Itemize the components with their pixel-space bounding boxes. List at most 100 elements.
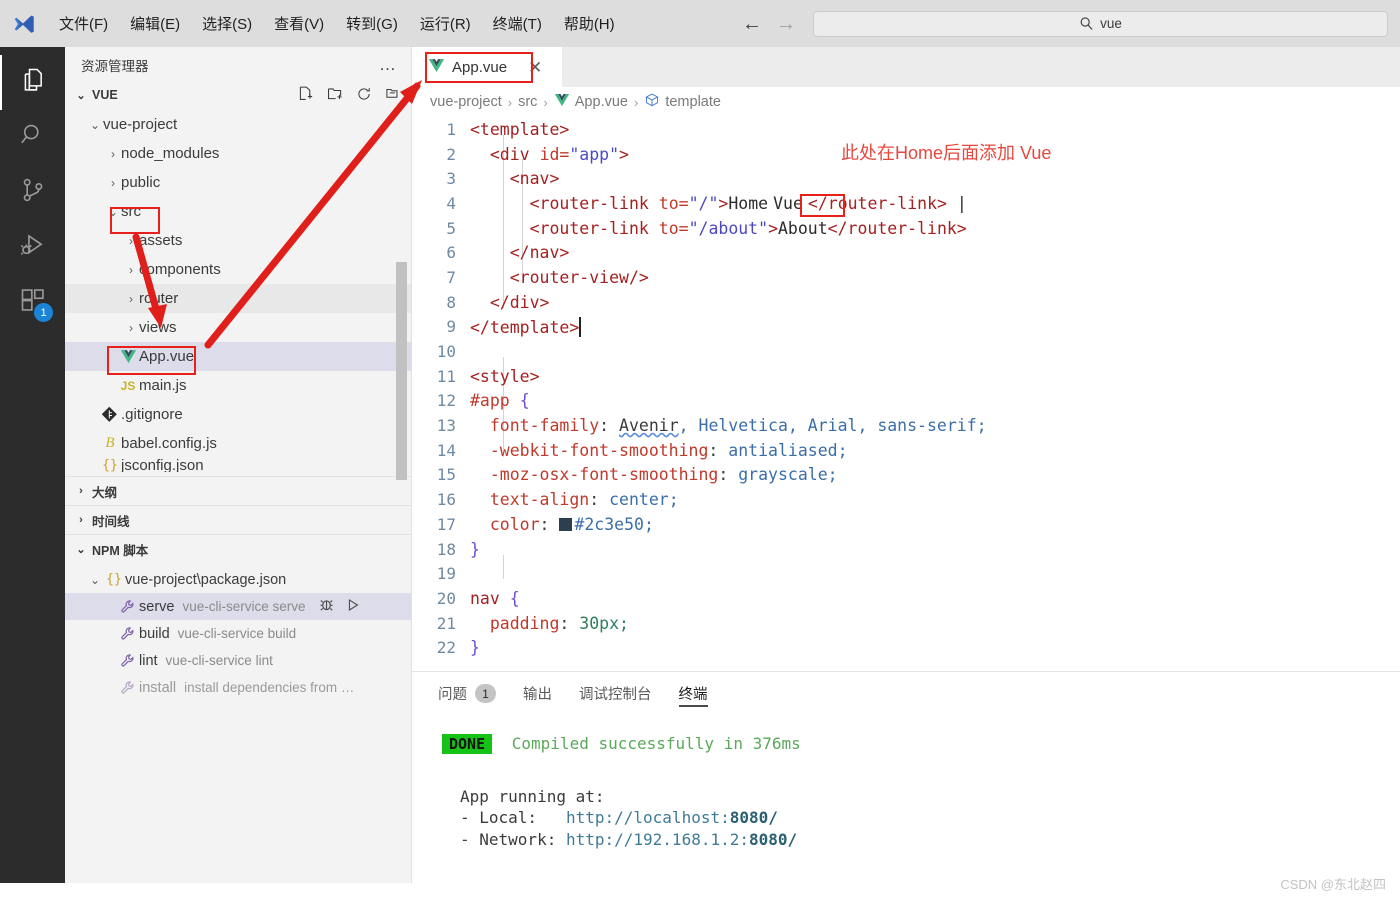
code-line: 18 } <box>412 537 1400 562</box>
line-content: -webkit-font-smoothing: antialiased; <box>470 441 848 460</box>
color-swatch[interactable] <box>559 517 573 531</box>
outline-pane-header[interactable]: › 大纲 <box>65 476 411 505</box>
terminal-network-url[interactable]: http://192.168.1.2: <box>566 830 749 849</box>
new-file-icon[interactable] <box>297 85 314 105</box>
line-content: <router-view/> <box>470 268 649 287</box>
vscode-window: 文件(F) 编辑(E) 选择(S) 查看(V) 转到(G) 运行(R) 终端(T… <box>0 0 1400 899</box>
sidebar-scrollbar[interactable] <box>396 262 407 480</box>
search-input[interactable]: vue <box>813 10 1388 37</box>
terminal-status-line: DONE Compiled successfully in 376ms <box>442 733 1400 756</box>
menu-edit[interactable]: 编辑(E) <box>119 9 191 38</box>
arrow-right-icon[interactable]: → <box>769 14 803 34</box>
activity-extensions[interactable]: 1 <box>0 275 65 330</box>
close-icon[interactable]: ✕ <box>528 59 542 76</box>
bottom-panel: 问题 1 输出 调试控制台 终端 DONE Compiled successfu… <box>412 671 1400 883</box>
panel-tab-debug-console[interactable]: 调试控制台 <box>579 672 652 715</box>
npm-script-build[interactable]: build vue-cli-service build <box>65 620 411 647</box>
menu-file[interactable]: 文件(F) <box>48 9 119 38</box>
panel-tab-problems[interactable]: 问题 1 <box>438 672 496 715</box>
activity-search[interactable] <box>0 110 65 165</box>
line-content: -moz-osx-font-smoothing: grayscale; <box>470 465 838 484</box>
line-content: color: #2c3e50; <box>470 515 654 534</box>
breadcrumb-item-src[interactable]: src <box>518 94 537 110</box>
code-token: <div <box>489 144 530 164</box>
code-token: "app" <box>569 144 620 164</box>
arrow-left-icon[interactable]: ← <box>735 14 769 34</box>
search-icon <box>19 121 47 154</box>
menu-view[interactable]: 查看(V) <box>263 9 335 38</box>
tree-item-jsconfig-json[interactable]: {} jsconfig.json <box>65 458 411 472</box>
activity-explorer[interactable] <box>0 55 65 110</box>
line-number: 22 <box>436 638 456 658</box>
breadcrumb-item-symbol[interactable]: template <box>644 92 721 112</box>
status-badge: DONE <box>442 734 493 754</box>
npm-package-label: vue-project\package.json <box>125 571 287 588</box>
code-token: #app <box>470 391 510 411</box>
line-number: 12 <box>436 391 456 411</box>
code-token: to= <box>658 193 689 213</box>
run-debug-icon <box>19 231 47 264</box>
menu-run[interactable]: 运行(R) <box>409 9 482 38</box>
menu-help[interactable]: 帮助(H) <box>553 9 626 38</box>
terminal-local-port[interactable]: 8080/ <box>730 808 778 827</box>
run-icon[interactable] <box>345 597 361 617</box>
debug-icon[interactable] <box>318 596 335 617</box>
tree-item-views[interactable]: › views <box>65 313 411 342</box>
tree-item-babel-config[interactable]: B babel.config.js <box>65 429 411 458</box>
menu-terminal[interactable]: 终端(T) <box>482 9 553 38</box>
timeline-pane-header[interactable]: › 时间线 <box>65 505 411 534</box>
sidebar-title: 资源管理器 <box>81 58 149 74</box>
tree-item-node-modules[interactable]: › node_modules <box>65 139 411 168</box>
code-line: 14 -webkit-font-smoothing: antialiased; <box>412 438 1400 463</box>
menu-go[interactable]: 转到(G) <box>335 9 409 38</box>
json-file-icon: {} <box>102 458 118 472</box>
editor-tab-app-vue[interactable]: App.vue ✕ <box>412 47 562 87</box>
search-value: vue <box>1100 16 1122 31</box>
tree-item-assets[interactable]: › assets <box>65 226 411 255</box>
terminal-local-url[interactable]: http://localhost: <box>566 808 730 827</box>
code-token: } <box>470 638 480 658</box>
tree-item-src[interactable]: ⌄ src <box>65 197 411 226</box>
terminal-output[interactable]: DONE Compiled successfully in 376ms App … <box>412 715 1400 850</box>
code-token: 30px; <box>579 613 629 633</box>
tree-item-app-vue[interactable]: App.vue <box>65 342 411 371</box>
breadcrumb-item-project[interactable]: vue-project <box>430 94 502 110</box>
chevron-down-icon: ⌄ <box>76 89 86 102</box>
npm-script-command: install dependencies from … <box>184 680 355 695</box>
code-line: 3 <nav> <box>412 166 1400 191</box>
line-content: <nav> <box>470 169 560 188</box>
collapse-all-icon[interactable] <box>384 86 401 105</box>
code-line: 1 <template> <box>412 117 1400 142</box>
explorer-root-header[interactable]: ⌄ VUE <box>65 82 411 108</box>
code-token: { <box>519 391 530 411</box>
npm-package-json-row[interactable]: ⌄ {} vue-project\package.json <box>65 566 411 593</box>
new-folder-icon[interactable] <box>326 85 344 105</box>
panel-tab-output[interactable]: 输出 <box>523 672 552 715</box>
activity-run-debug[interactable] <box>0 220 65 275</box>
npm-script-lint[interactable]: lint vue-cli-service lint <box>65 647 411 674</box>
menu-selection[interactable]: 选择(S) <box>191 9 263 38</box>
tree-item-gitignore[interactable]: .gitignore <box>65 400 411 429</box>
npm-scripts-pane-header[interactable]: ⌄ NPM 脚本 <box>65 534 411 563</box>
tree-item-label: main.js <box>139 377 187 394</box>
npm-script-install[interactable]: install install dependencies from … <box>65 674 411 701</box>
code-token: -webkit-font-smoothing <box>489 440 709 460</box>
code-token: : <box>718 465 729 485</box>
tree-item-label: App.vue <box>139 348 195 365</box>
tree-item-public[interactable]: › public <box>65 168 411 197</box>
npm-script-serve[interactable]: serve vue-cli-service serve <box>65 593 411 620</box>
code-editor[interactable]: 1 <template> 2 <div id="app"> 3 <nav> 4 … <box>412 117 1400 671</box>
terminal-network-port[interactable]: 8080/ <box>749 830 797 849</box>
tree-item-main-js[interactable]: JS main.js <box>65 371 411 400</box>
refresh-icon[interactable] <box>356 86 372 105</box>
indent-guide <box>503 555 504 579</box>
tree-item-components[interactable]: › components <box>65 255 411 284</box>
tree-item-vue-project[interactable]: ⌄ vue-project <box>65 110 411 139</box>
tree-item-router[interactable]: › router <box>65 284 411 313</box>
sidebar-more-actions-icon[interactable]: … <box>379 55 397 75</box>
chevron-right-icon: › <box>79 485 83 497</box>
panel-tab-bar: 问题 1 输出 调试控制台 终端 <box>412 672 1400 715</box>
activity-source-control[interactable] <box>0 165 65 220</box>
panel-tab-terminal[interactable]: 终端 <box>678 672 708 715</box>
breadcrumb-item-file[interactable]: App.vue <box>554 93 628 111</box>
